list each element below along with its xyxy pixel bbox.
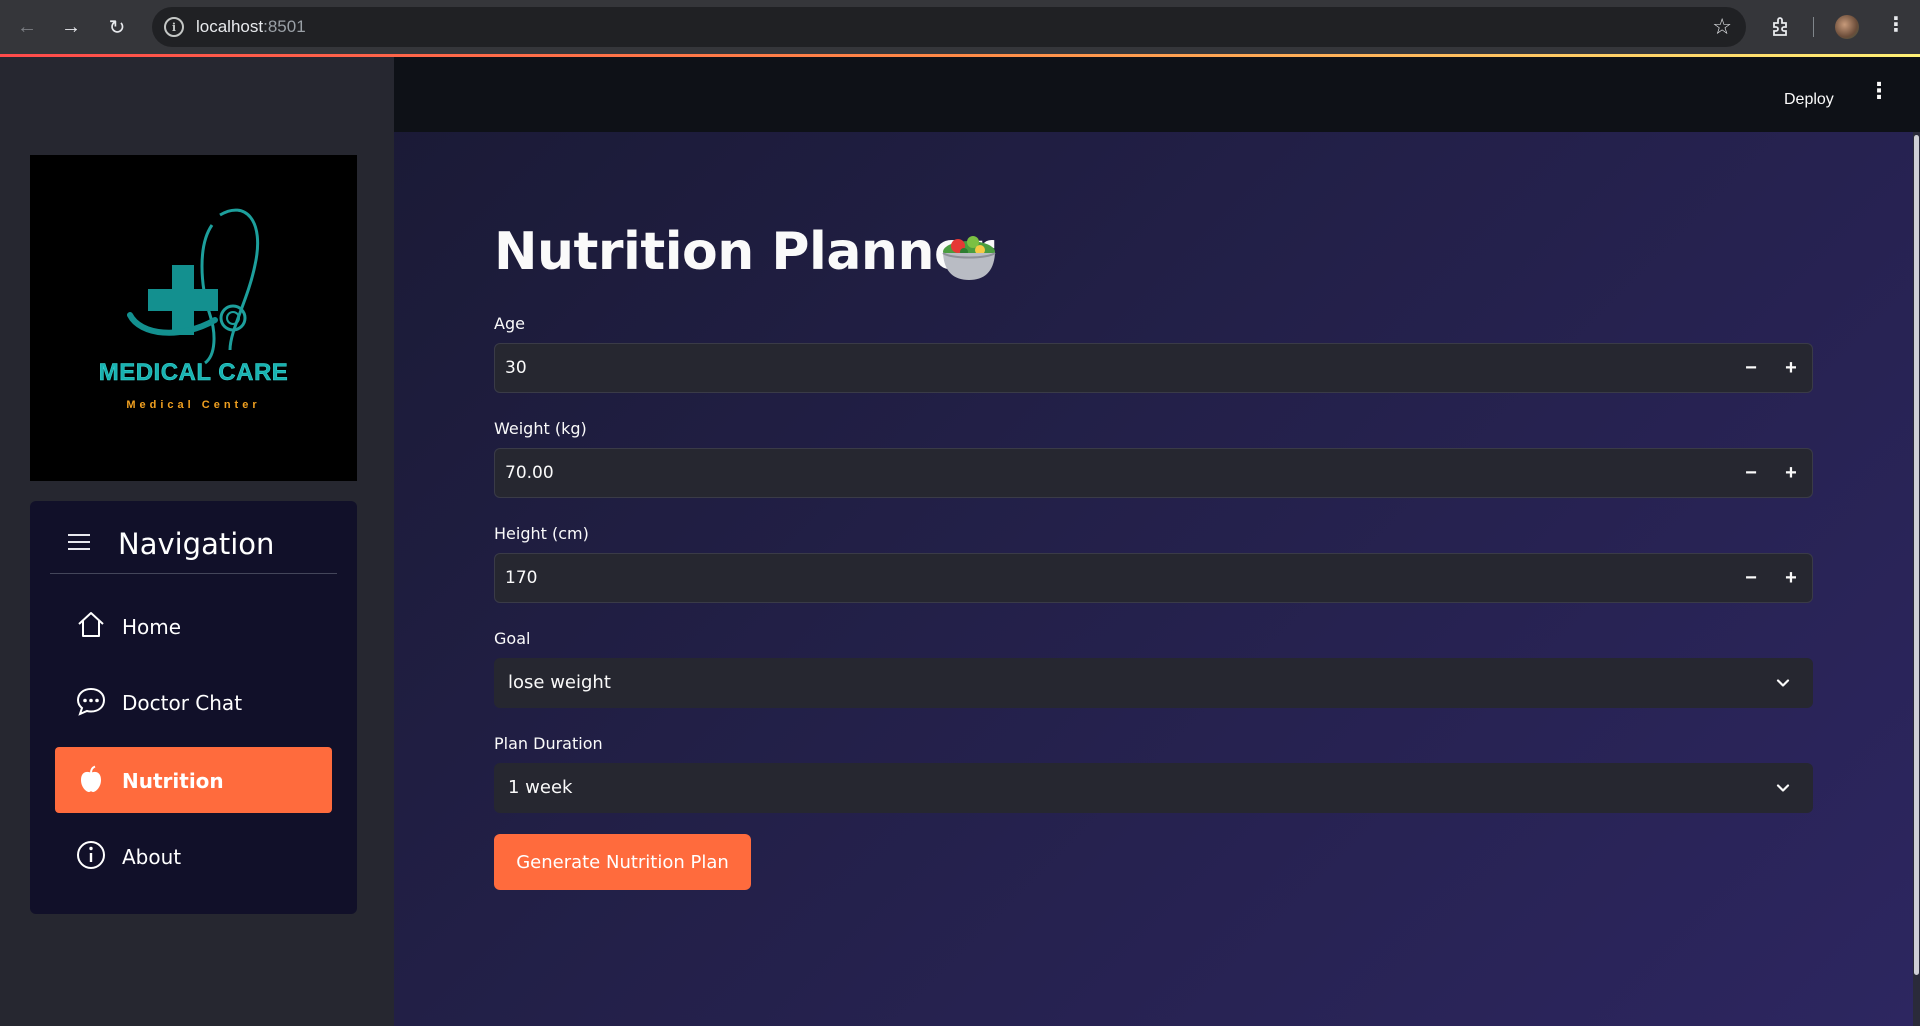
duration-value: 1 week xyxy=(508,777,573,798)
weight-increment-button[interactable]: + xyxy=(1775,457,1807,489)
height-increment-button[interactable]: + xyxy=(1775,562,1807,594)
nav-item-label: Doctor Chat xyxy=(122,691,243,715)
salad-icon xyxy=(942,236,996,280)
app-header: Deploy ⋮ xyxy=(394,57,1920,132)
nav-item-label: About xyxy=(122,845,182,869)
nav-item-label: Nutrition xyxy=(122,769,224,793)
address-bar[interactable]: i localhost:8501 ☆ xyxy=(152,7,1746,47)
main-menu-icon[interactable]: ⋮ xyxy=(1868,80,1890,111)
url-text[interactable]: localhost:8501 xyxy=(196,17,306,37)
chat-icon xyxy=(76,687,106,716)
age-decrement-button[interactable]: − xyxy=(1735,352,1767,384)
age-increment-button[interactable]: + xyxy=(1775,352,1807,384)
age-label: Age xyxy=(494,314,525,333)
toolbar-separator xyxy=(1813,17,1814,37)
age-stepper[interactable]: 30 − + xyxy=(494,343,1813,393)
hamburger-icon xyxy=(68,534,90,550)
forward-icon[interactable]: → xyxy=(56,12,86,42)
deploy-button[interactable]: Deploy xyxy=(1784,91,1834,109)
navigation-menu: Navigation Home Doctor Chat Nutrition Ab… xyxy=(30,501,357,914)
height-label: Height (cm) xyxy=(494,524,589,543)
duration-label: Plan Duration xyxy=(494,734,603,753)
height-decrement-button[interactable]: − xyxy=(1735,562,1767,594)
generate-nutrition-plan-button[interactable]: Generate Nutrition Plan xyxy=(494,834,751,890)
browser-toolbar: ← → ↻ i localhost:8501 ☆ ⋮ xyxy=(0,0,1920,56)
apple-icon xyxy=(81,765,101,792)
extensions-icon[interactable] xyxy=(1770,15,1794,39)
back-icon[interactable]: ← xyxy=(12,12,42,42)
nav-item-label: Home xyxy=(122,615,182,639)
browser-menu-icon[interactable]: ⋮ xyxy=(1886,12,1906,37)
duration-select[interactable]: 1 week xyxy=(494,763,1813,813)
nav-item-nutrition[interactable]: Nutrition xyxy=(55,747,332,813)
nav-item-about[interactable]: About xyxy=(55,823,332,889)
medical-care-logo: MEDICAL CARE Medical Center xyxy=(30,155,357,481)
weight-decrement-button[interactable]: − xyxy=(1735,457,1767,489)
weight-value[interactable]: 70.00 xyxy=(505,463,554,483)
page-title: Nutrition Planner xyxy=(494,222,994,282)
height-stepper[interactable]: 170 − + xyxy=(494,553,1813,603)
reload-icon[interactable]: ↻ xyxy=(102,12,132,42)
info-icon xyxy=(77,841,105,869)
logo-subtitle: Medical Center xyxy=(126,399,261,411)
chevron-down-icon[interactable] xyxy=(1773,778,1793,798)
height-value[interactable]: 170 xyxy=(505,568,537,588)
sidebar: MEDICAL CARE Medical Center Navigation H… xyxy=(0,57,394,1026)
navigation-title: Navigation xyxy=(118,527,275,561)
profile-avatar[interactable] xyxy=(1835,15,1859,39)
age-value[interactable]: 30 xyxy=(505,358,527,378)
goal-value: lose weight xyxy=(508,672,611,693)
goal-label: Goal xyxy=(494,629,531,648)
chevron-down-icon[interactable] xyxy=(1773,673,1793,693)
nav-item-doctor-chat[interactable]: Doctor Chat xyxy=(55,669,332,735)
logo-brand-text: MEDICAL CARE xyxy=(98,359,289,387)
home-icon xyxy=(78,612,104,637)
nav-divider xyxy=(50,573,337,574)
goal-select[interactable]: lose weight xyxy=(494,658,1813,708)
bookmark-star-icon[interactable]: ☆ xyxy=(1712,14,1732,40)
weight-stepper[interactable]: 70.00 − + xyxy=(494,448,1813,498)
scrollbar-thumb[interactable] xyxy=(1914,135,1919,975)
weight-label: Weight (kg) xyxy=(494,419,587,438)
nav-item-home[interactable]: Home xyxy=(55,593,332,659)
site-info-icon[interactable]: i xyxy=(164,17,184,37)
